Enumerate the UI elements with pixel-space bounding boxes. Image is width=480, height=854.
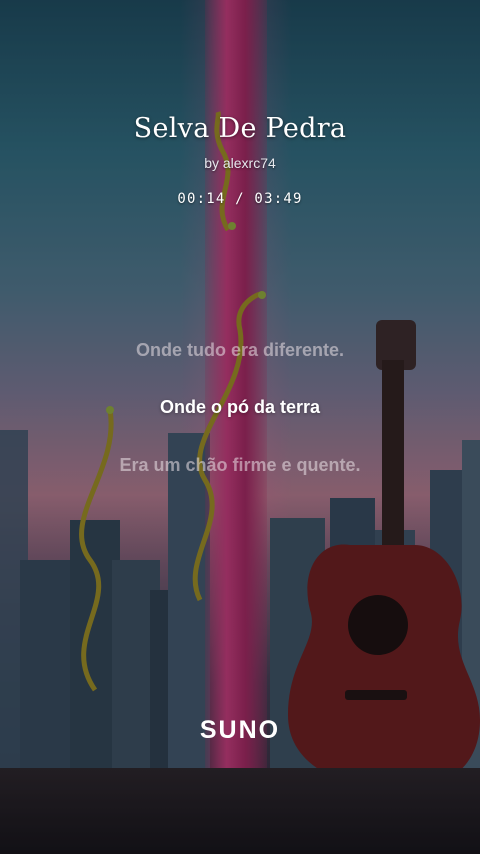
lyric-line-next: Era um chão firme e quente. (119, 455, 361, 475)
lyric-line-previous: Onde tudo era diferente. (135, 340, 345, 360)
suno-logo: SUNO (199, 716, 281, 744)
playback-time: 00:14 / 03:49 (177, 191, 303, 207)
song-title: Selva De Pedra (133, 113, 347, 144)
lyric-line-current: Onde o pó da terra (159, 397, 321, 417)
artist-credit: by alexrc74 (204, 155, 276, 171)
